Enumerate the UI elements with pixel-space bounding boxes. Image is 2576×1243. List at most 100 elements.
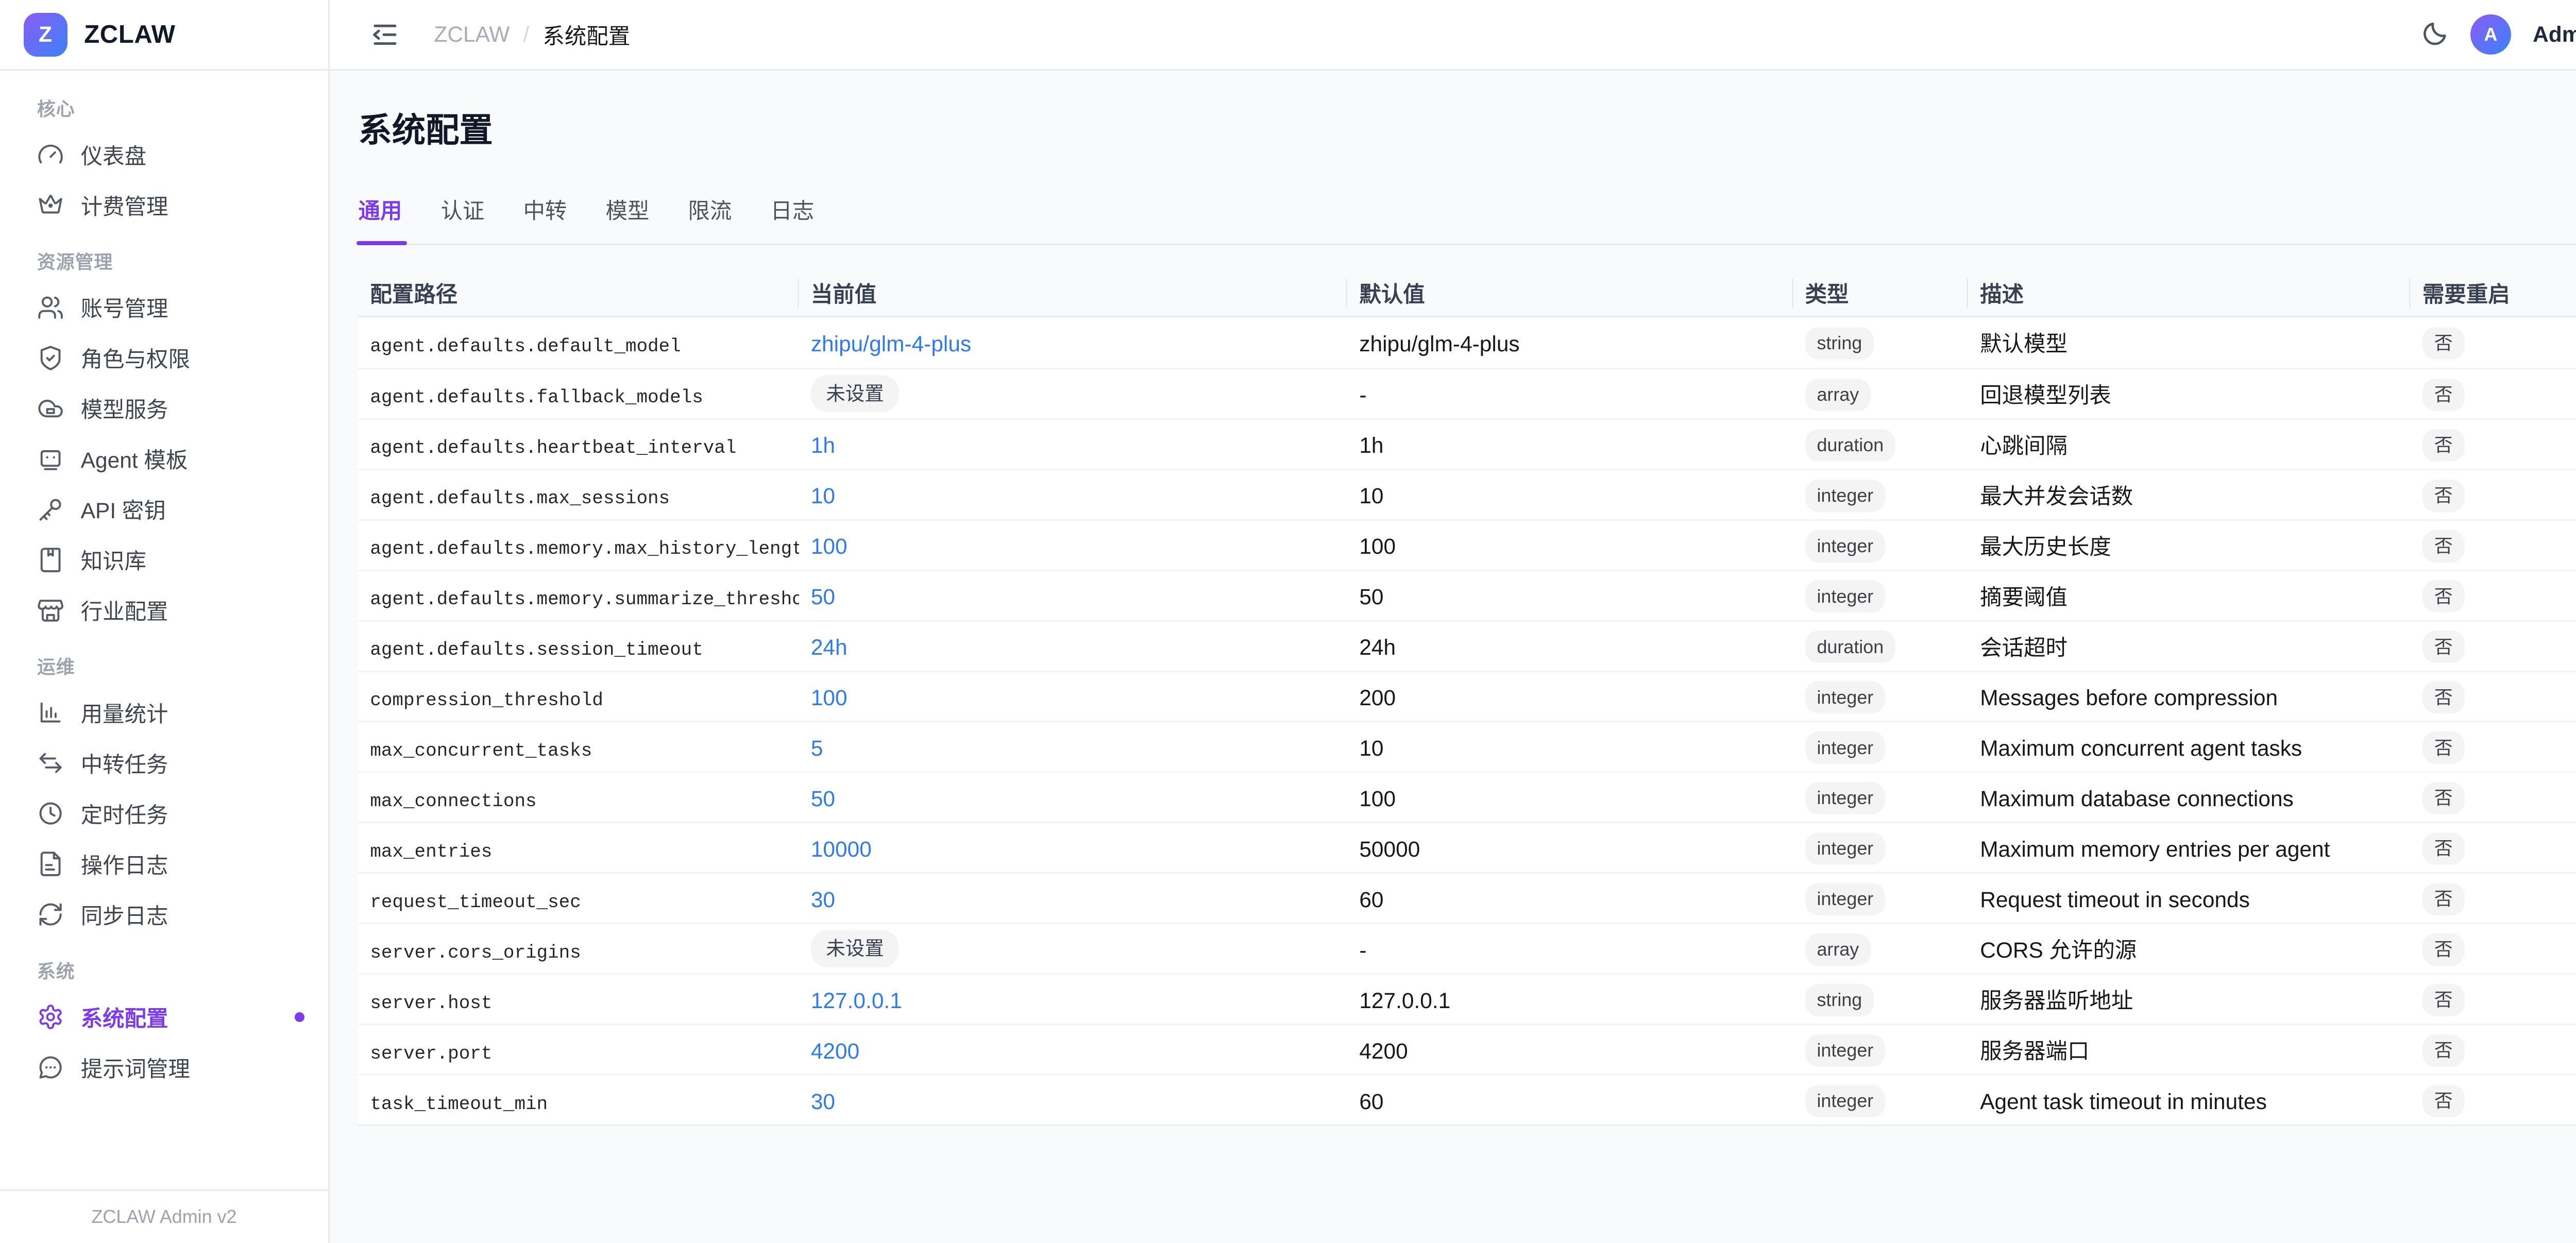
sidebar-item-label: 提示词管理 [81,1052,190,1083]
sidebar-item-industry-config[interactable]: 行业配置 [0,585,328,636]
type-badge: integer [1805,580,1885,612]
config-path: agent.defaults.memory.max_history_length [370,538,799,559]
tab-auth[interactable]: 认证 [440,194,484,244]
app-title: ZCLAW [84,20,175,49]
config-description: 会话超时 [1980,636,2067,660]
sidebar-header: Z ZCLAW [0,0,328,71]
tab-general[interactable]: 通用 [358,194,402,244]
sidebar-item-model-services[interactable]: 模型服务 [0,383,328,434]
config-description: 最大并发会话数 [1980,484,2133,508]
restart-required-badge: 否 [2422,1034,2465,1067]
current-value-link[interactable]: 10000 [811,837,872,861]
content: 系统配置 通用认证中转模型限流日志 配置路径当前值默认值类型描述需要重启 age… [330,71,2576,1243]
config-path: agent.defaults.memory.summarize_threshol… [370,589,799,610]
type-badge: integer [1805,782,1885,814]
current-value-link[interactable]: 24h [811,635,848,659]
breadcrumb-separator: / [523,22,529,47]
restart-required-badge: 否 [2422,480,2465,512]
config-description: Request timeout in seconds [1980,888,2250,912]
config-path: agent.defaults.session_timeout [370,639,703,660]
config-description: Maximum database connections [1980,787,2294,811]
restart-required-badge: 否 [2422,580,2465,612]
current-value-link[interactable]: 4200 [811,1039,859,1063]
current-value-link[interactable]: 100 [811,534,848,558]
nav-section-label: 资源管理 [0,230,328,282]
config-path: agent.defaults.default_model [370,336,681,357]
book-icon [37,547,64,573]
sidebar-item-knowledge-base[interactable]: 知识库 [0,535,328,585]
config-description: 服务器监听地址 [1980,989,2133,1013]
sidebar-item-usage-stats[interactable]: 用量统计 [0,688,328,738]
column-header: 默认值 [1347,270,1793,316]
config-path: agent.defaults.fallback_models [370,387,703,408]
restart-required-badge: 否 [2422,782,2465,814]
config-path: server.cors_origins [370,942,581,963]
nav-section-label: 核心 [0,77,328,129]
sidebar-item-label: 知识库 [81,544,146,575]
default-value: 60 [1359,888,1383,912]
app-logo-letter: Z [39,22,52,47]
sidebar-item-scheduled-tasks[interactable]: 定时任务 [0,789,328,839]
dark-mode-toggle[interactable] [2420,20,2449,49]
collapse-sidebar-button[interactable] [370,20,400,50]
breadcrumb-current: 系统配置 [543,19,630,50]
config-row: agent.defaults.memory.summarize_threshol… [358,570,2576,620]
sidebar-item-prompt-management[interactable]: 提示词管理 [0,1042,328,1093]
current-value-link[interactable]: 1h [811,433,835,457]
sidebar-item-label: 模型服务 [81,393,168,424]
default-value: 100 [1359,534,1396,558]
config-path: agent.defaults.heartbeat_interval [370,437,736,458]
config-description: Maximum concurrent agent tasks [1980,736,2302,760]
current-value-link[interactable]: 30 [811,888,835,912]
type-badge: duration [1805,631,1895,663]
crown-icon [37,192,64,218]
restart-required-badge: 否 [2422,327,2465,360]
sidebar-item-label: 操作日志 [81,848,168,880]
sidebar-item-label: 角色与权限 [81,342,190,373]
bar-chart-icon [37,699,64,726]
config-row: max_entries1000050000integerMaximum memo… [358,822,2576,872]
column-header: 当前值 [799,270,1347,316]
current-value-link[interactable]: 30 [811,1089,835,1114]
restart-required-badge: 否 [2422,429,2465,462]
config-row: task_timeout_min3060integerAgent task ti… [358,1074,2576,1125]
column-header: 配置路径 [358,270,799,316]
sidebar-item-system-config[interactable]: 系统配置 [0,992,328,1042]
default-value: zhipu/glm-4-plus [1359,332,1519,356]
current-value-link[interactable]: 50 [811,787,835,811]
current-value-link[interactable]: 100 [811,686,848,710]
type-badge: integer [1805,832,1885,865]
sidebar-item-agent-templates[interactable]: Agent 模板 [0,434,328,484]
column-header: 类型 [1793,270,1969,316]
breadcrumb-root[interactable]: ZCLAW [434,22,510,47]
sidebar-footer: ZCLAW Admin v2 [0,1189,328,1243]
tab-logs[interactable]: 日志 [770,194,814,244]
sidebar-item-dashboard[interactable]: 仪表盘 [0,129,328,180]
shield-check-icon [37,345,64,371]
current-value-unset-badge: 未设置 [811,375,899,412]
sidebar-item-operation-logs[interactable]: 操作日志 [0,839,328,889]
sidebar-item-accounts[interactable]: 账号管理 [0,282,328,333]
sidebar-item-sync-logs[interactable]: 同步日志 [0,889,328,940]
config-row: server.host127.0.0.1127.0.0.1string服务器监听… [358,973,2576,1024]
tab-models[interactable]: 模型 [605,194,649,244]
sidebar-item-api-keys[interactable]: API 密钥 [0,484,328,535]
tab-rate-limit[interactable]: 限流 [688,194,732,244]
user-name[interactable]: Admin [2533,22,2576,47]
sidebar-nav: 核心仪表盘计费管理资源管理账号管理角色与权限模型服务 Agent 模板API 密钥… [0,71,328,1189]
restart-required-badge: 否 [2422,631,2465,663]
sidebar-item-relay-tasks[interactable]: 中转任务 [0,738,328,789]
tab-relay[interactable]: 中转 [523,194,567,244]
sidebar-item-billing[interactable]: 计费管理 [0,180,328,230]
current-value-link[interactable]: 5 [811,736,823,760]
current-value-link[interactable]: 10 [811,484,835,508]
current-value-link[interactable]: zhipu/glm-4-plus [811,332,971,356]
avatar[interactable]: A [2470,14,2511,55]
restart-required-badge: 否 [2422,681,2465,713]
table-header-row: 配置路径当前值默认值类型描述需要重启 [358,270,2576,316]
sidebar-item-roles-permissions[interactable]: 角色与权限 [0,333,328,383]
default-value: 10 [1359,484,1383,508]
current-value-link[interactable]: 50 [811,585,835,609]
current-value-link[interactable]: 127.0.0.1 [811,989,902,1013]
default-value: 200 [1359,686,1396,710]
